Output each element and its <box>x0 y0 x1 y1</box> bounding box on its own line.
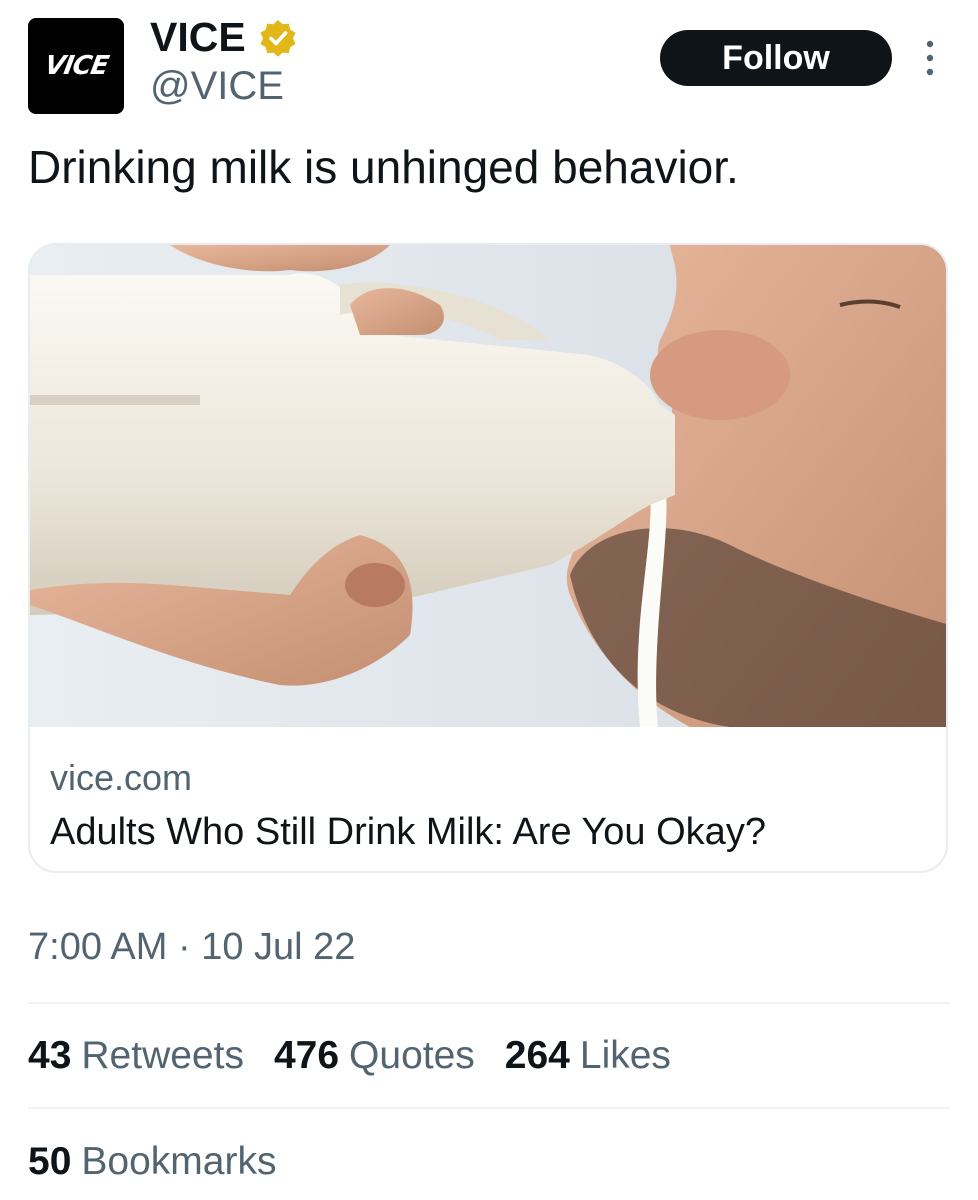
author-handle[interactable]: @VICE <box>150 64 284 109</box>
quotes-count: 476 <box>273 1034 340 1077</box>
divider <box>28 1002 950 1004</box>
avatar[interactable]: VICE <box>28 18 124 114</box>
divider <box>28 1107 950 1109</box>
tweet-timestamp[interactable]: 7:00 AM · 10 Jul 22 <box>28 926 355 969</box>
follow-button[interactable]: Follow <box>660 30 892 86</box>
card-image <box>30 245 946 727</box>
link-card[interactable]: vice.com Adults Who Still Drink Milk: Ar… <box>28 243 948 873</box>
card-domain: vice.com <box>50 757 193 798</box>
card-title[interactable]: Adults Who Still Drink Milk: Are You Oka… <box>50 811 766 854</box>
likes-stat[interactable]: 264 Likes <box>505 1034 671 1078</box>
retweets-stat[interactable]: 43 Retweets <box>28 1034 244 1078</box>
bookmarks-count: 50 <box>28 1140 72 1183</box>
engagement-stats: 43 Retweets 476 Quotes 264 Likes <box>28 1034 701 1078</box>
likes-count: 264 <box>504 1034 570 1077</box>
bookmarks-stat[interactable]: 50 Bookmarks <box>28 1140 276 1184</box>
more-vertical-icon[interactable] <box>918 38 942 78</box>
quotes-stat[interactable]: 476 Quotes <box>274 1034 475 1078</box>
display-name[interactable]: VICE <box>150 14 246 61</box>
retweets-label: Retweets <box>81 1034 244 1077</box>
avatar-logo-text: VICE <box>42 51 110 81</box>
bookmarks-label: Bookmarks <box>81 1140 277 1183</box>
retweets-count: 43 <box>28 1034 72 1077</box>
verified-badge-icon <box>260 19 296 57</box>
tweet-text: Drinking milk is unhinged behavior. <box>28 141 739 193</box>
quotes-label: Quotes <box>349 1034 475 1077</box>
likes-label: Likes <box>579 1034 671 1077</box>
author-name-row: VICE <box>150 14 298 61</box>
